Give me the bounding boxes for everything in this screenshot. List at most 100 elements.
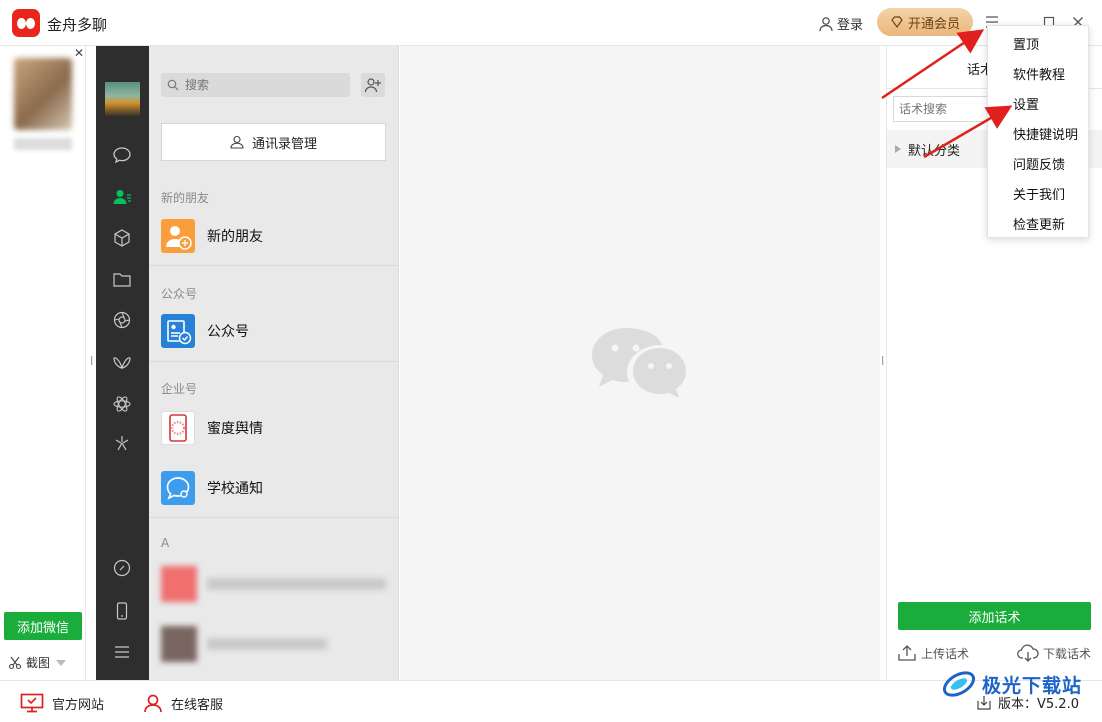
cloud-download-icon <box>1017 644 1039 662</box>
divider <box>149 265 399 266</box>
sparkle-icon <box>115 436 129 451</box>
user-icon <box>819 16 833 31</box>
channels-nav[interactable] <box>111 352 133 374</box>
account-column: ✕ 添加微信 截图 <box>0 46 86 680</box>
mini-programs-nav[interactable] <box>111 432 133 454</box>
menu-item-tutorial[interactable]: 软件教程 <box>1013 64 1065 83</box>
contact-name: 新的朋友 <box>207 229 263 245</box>
section-label-enterprise: 企业号 <box>161 382 198 396</box>
person-icon <box>230 135 244 149</box>
contact-item-official-accounts[interactable]: 公众号 <box>149 303 399 359</box>
folder-icon <box>113 273 131 287</box>
vip-label: 开通会员 <box>907 16 960 32</box>
scissors-icon <box>8 656 22 669</box>
watermark: 极光下载站 <box>940 665 1082 703</box>
main-menu-dropdown: 置顶 软件教程 设置 快捷键说明 问题反馈 关于我们 检查更新 <box>987 25 1089 238</box>
menu-item-settings[interactable]: 设置 <box>1013 94 1039 113</box>
contact-search-input[interactable] <box>185 78 335 92</box>
title-bar: 金舟多聊 登录 开通会员 <box>0 0 1102 46</box>
menu-item-feedback[interactable]: 问题反馈 <box>1013 154 1065 173</box>
contact-item-midu[interactable]: 蜜度舆情 <box>149 400 399 456</box>
contact-item-school-notice[interactable]: 学校通知 <box>149 460 399 516</box>
hamburger-icon <box>115 646 129 658</box>
contact-management-label: 通讯录管理 <box>251 136 317 152</box>
account-close-icon[interactable]: ✕ <box>74 46 84 60</box>
account-name-blurred <box>14 138 72 150</box>
caret-right-icon <box>895 145 901 153</box>
official-website-link[interactable]: 官方网站 <box>20 693 104 713</box>
watermark-text: 极光下载站 <box>982 674 1083 697</box>
upload-label: 上传话术 <box>921 646 970 661</box>
group-letter: A <box>161 536 170 550</box>
aurora-logo-icon <box>942 671 976 697</box>
caret-down-icon[interactable] <box>54 658 68 668</box>
app-logo-icon <box>12 9 40 37</box>
diamond-icon <box>891 16 903 29</box>
footer-bar: 官方网站 在线客服 版本：V5.2.0 <box>0 680 1102 722</box>
download-script-button[interactable]: 下载话术 <box>1017 644 1091 662</box>
search-nav[interactable] <box>111 393 133 415</box>
blurred-contact[interactable] <box>161 564 386 604</box>
chat-nav[interactable] <box>111 144 133 166</box>
menu-item-pin[interactable]: 置顶 <box>1013 34 1039 53</box>
menu-item-check-update[interactable]: 检查更新 <box>1013 214 1065 233</box>
moments-nav[interactable] <box>111 309 133 331</box>
contact-name: 蜜度舆情 <box>207 421 263 437</box>
favorites-nav[interactable] <box>111 227 133 249</box>
monitor-icon <box>20 693 44 713</box>
screenshot-label: 截图 <box>26 656 51 670</box>
wechat-user-avatar[interactable] <box>105 82 140 117</box>
add-wechat-button[interactable]: 添加微信 <box>4 612 82 640</box>
wechat-logo-icon <box>590 326 686 408</box>
cube-icon <box>114 229 130 247</box>
contacts-nav[interactable] <box>111 186 133 208</box>
chat-bubble-icon <box>113 147 131 164</box>
contacts-icon <box>113 190 131 204</box>
menu-item-about[interactable]: 关于我们 <box>1013 184 1065 203</box>
contact-panel: 通讯录管理 新的朋友 新的朋友 公众号 公众号 企业号 蜜度舆情 学校通知 A <box>149 46 399 680</box>
category-label: 默认分类 <box>908 143 961 159</box>
contact-item-new-friends[interactable]: 新的朋友 <box>149 208 399 264</box>
menu-item-shortcuts[interactable]: 快捷键说明 <box>1013 124 1078 143</box>
download-label: 下载话术 <box>1043 646 1092 661</box>
upload-script-button[interactable]: 上传话术 <box>897 644 969 662</box>
login-button[interactable]: 登录 <box>818 14 863 33</box>
more-nav[interactable] <box>111 641 133 663</box>
contact-name: 学校通知 <box>207 481 263 497</box>
blurred-contact[interactable] <box>161 624 386 664</box>
support-agent-icon <box>144 694 162 713</box>
divider <box>149 361 399 362</box>
official-website-label: 官方网站 <box>52 697 105 713</box>
login-label: 登录 <box>837 18 864 33</box>
contact-search[interactable] <box>161 73 350 97</box>
divider <box>149 517 399 518</box>
official-account-icon <box>161 314 195 348</box>
section-label-new-friends: 新的朋友 <box>161 191 210 205</box>
online-service-label: 在线客服 <box>171 697 224 713</box>
mini-program-panel-nav[interactable] <box>111 557 133 579</box>
phone-nav[interactable] <box>111 600 133 622</box>
midu-icon <box>161 411 195 445</box>
add-contact-button[interactable] <box>361 73 385 97</box>
contact-management-button[interactable]: 通讯录管理 <box>161 123 386 161</box>
online-service-link[interactable]: 在线客服 <box>143 693 223 713</box>
butterfly-icon <box>113 357 131 369</box>
app-title: 金舟多聊 <box>47 16 108 34</box>
aperture-icon <box>113 311 131 329</box>
search-icon <box>167 79 179 91</box>
chat-area <box>400 46 880 680</box>
section-label-official-accounts: 公众号 <box>161 287 198 301</box>
wechat-sidebar <box>96 46 149 680</box>
screenshot-button[interactable]: 截图 <box>8 654 68 671</box>
files-nav[interactable] <box>111 268 133 290</box>
phone-icon <box>116 602 128 620</box>
link-circle-icon <box>113 559 131 577</box>
add-script-button[interactable]: 添加话术 <box>898 602 1091 630</box>
account-avatar[interactable] <box>14 58 72 130</box>
school-notice-icon <box>161 471 195 505</box>
add-user-icon <box>364 78 381 93</box>
vip-button[interactable]: 开通会员 <box>877 8 973 36</box>
new-friend-icon <box>161 219 195 253</box>
contact-name: 公众号 <box>207 324 249 340</box>
script-search-input[interactable] <box>893 96 993 122</box>
